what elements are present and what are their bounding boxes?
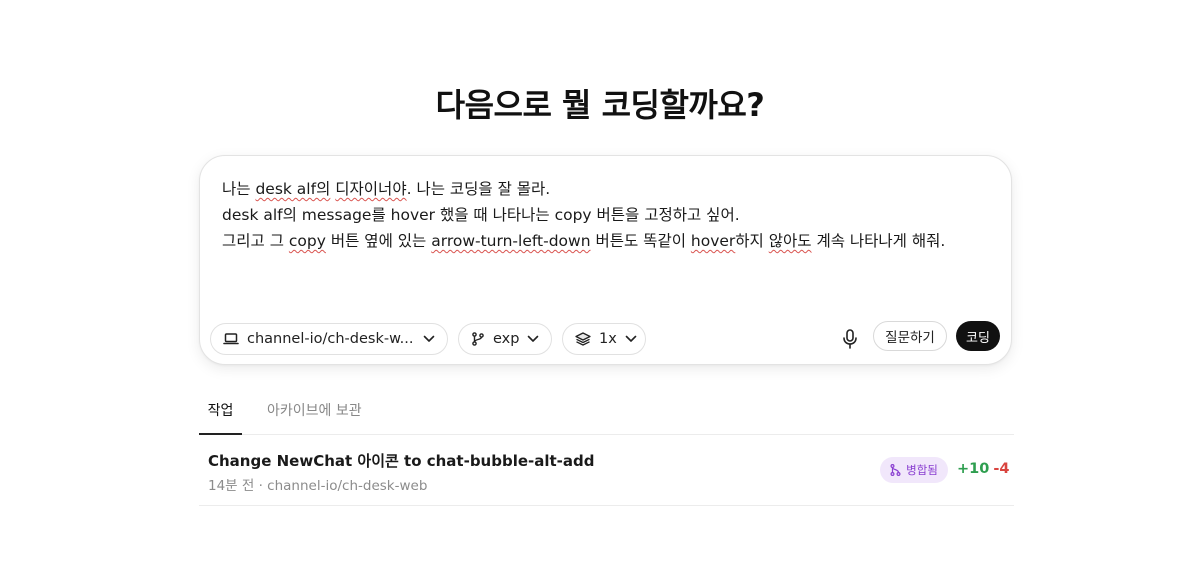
- chevron-down-icon: [423, 335, 435, 342]
- prompt-text-segment: 버튼도 똑같이: [590, 232, 691, 250]
- branch-selector[interactable]: exp: [458, 323, 552, 355]
- chevron-down-icon: [625, 335, 637, 342]
- page-title: 다음으로 뭘 코딩할까요?: [435, 86, 765, 124]
- task-meta: 14분 전 · channel-io/ch-desk-web: [208, 478, 428, 494]
- repo-selector-label: channel-io/ch-desk-w...: [247, 331, 414, 347]
- voice-input-button[interactable]: [836, 325, 864, 353]
- page: 다음으로 뭘 코딩할까요? 나는 desk alf의 디자이너야. 나는 코딩을…: [0, 0, 1200, 580]
- chevron-down-icon: [528, 335, 539, 342]
- version-count-label: 1x: [599, 331, 617, 347]
- git-merge-icon: [890, 464, 901, 476]
- task-tabs: 작업 아카이브에 보관: [199, 390, 1014, 435]
- merged-status-label: 병합됨: [906, 463, 938, 477]
- prompt-input[interactable]: 나는 desk alf의 디자이너야. 나는 코딩을 잘 몰라. desk alf…: [222, 176, 989, 254]
- branch-selector-label: exp: [493, 331, 520, 347]
- prompt-text-segment: 계속 나타나게 해줘.: [811, 232, 946, 250]
- deletions-count: -4: [993, 461, 1010, 477]
- version-count-selector[interactable]: 1x: [562, 323, 646, 355]
- ask-button[interactable]: 질문하기: [873, 321, 947, 351]
- merged-status-badge: 병합됨: [880, 457, 948, 483]
- additions-count: +10: [957, 461, 990, 477]
- microphone-icon: [843, 329, 857, 349]
- repo-selector[interactable]: channel-io/ch-desk-w...: [210, 323, 448, 355]
- prompt-line: 그리고 그 copy 버튼 옆에 있는 arrow-turn-left-down…: [222, 228, 989, 254]
- spellcheck-flagged-word: copy: [288, 232, 326, 250]
- layers-icon: [575, 332, 591, 346]
- spellcheck-flagged-word: desk alf의: [255, 180, 331, 198]
- spellcheck-flagged-word: arrow-turn-left-down: [431, 232, 591, 250]
- prompt-text-segment: 나는: [222, 180, 256, 198]
- diff-stats: +10 -4: [957, 461, 1009, 477]
- code-button[interactable]: 코딩: [956, 321, 1000, 351]
- prompt-composer[interactable]: 나는 desk alf의 디자이너야. 나는 코딩을 잘 몰라. desk alf…: [199, 155, 1012, 365]
- spellcheck-flagged-word: 않아도: [768, 232, 812, 250]
- prompt-text-segment: 하지: [735, 232, 769, 250]
- task-row[interactable]: Change NewChat 아이콘 to chat-bubble-alt-ad…: [199, 436, 1014, 506]
- spellcheck-flagged-word: 디자이너야: [335, 180, 407, 198]
- tab-tasks[interactable]: 작업: [199, 390, 242, 435]
- prompt-line: desk alf의 message를 hover 했을 때 나타나는 copy …: [222, 202, 989, 228]
- tab-archive[interactable]: 아카이브에 보관: [267, 390, 362, 435]
- prompt-text-segment: . 나는 코딩을 잘 몰라.: [406, 180, 551, 198]
- task-title: Change NewChat 아이콘 to chat-bubble-alt-ad…: [208, 452, 595, 470]
- spellcheck-flagged-word: hover: [690, 232, 736, 250]
- laptop-icon: [223, 333, 239, 345]
- prompt-text-segment: 버튼 옆에 있는: [325, 232, 432, 250]
- prompt-text-segment: desk alf의 message를 hover 했을 때 나타나는 copy …: [222, 206, 740, 224]
- prompt-text-segment: 그리고 그: [222, 232, 289, 250]
- git-branch-icon: [472, 332, 484, 346]
- prompt-line: 나는 desk alf의 디자이너야. 나는 코딩을 잘 몰라.: [222, 176, 989, 202]
